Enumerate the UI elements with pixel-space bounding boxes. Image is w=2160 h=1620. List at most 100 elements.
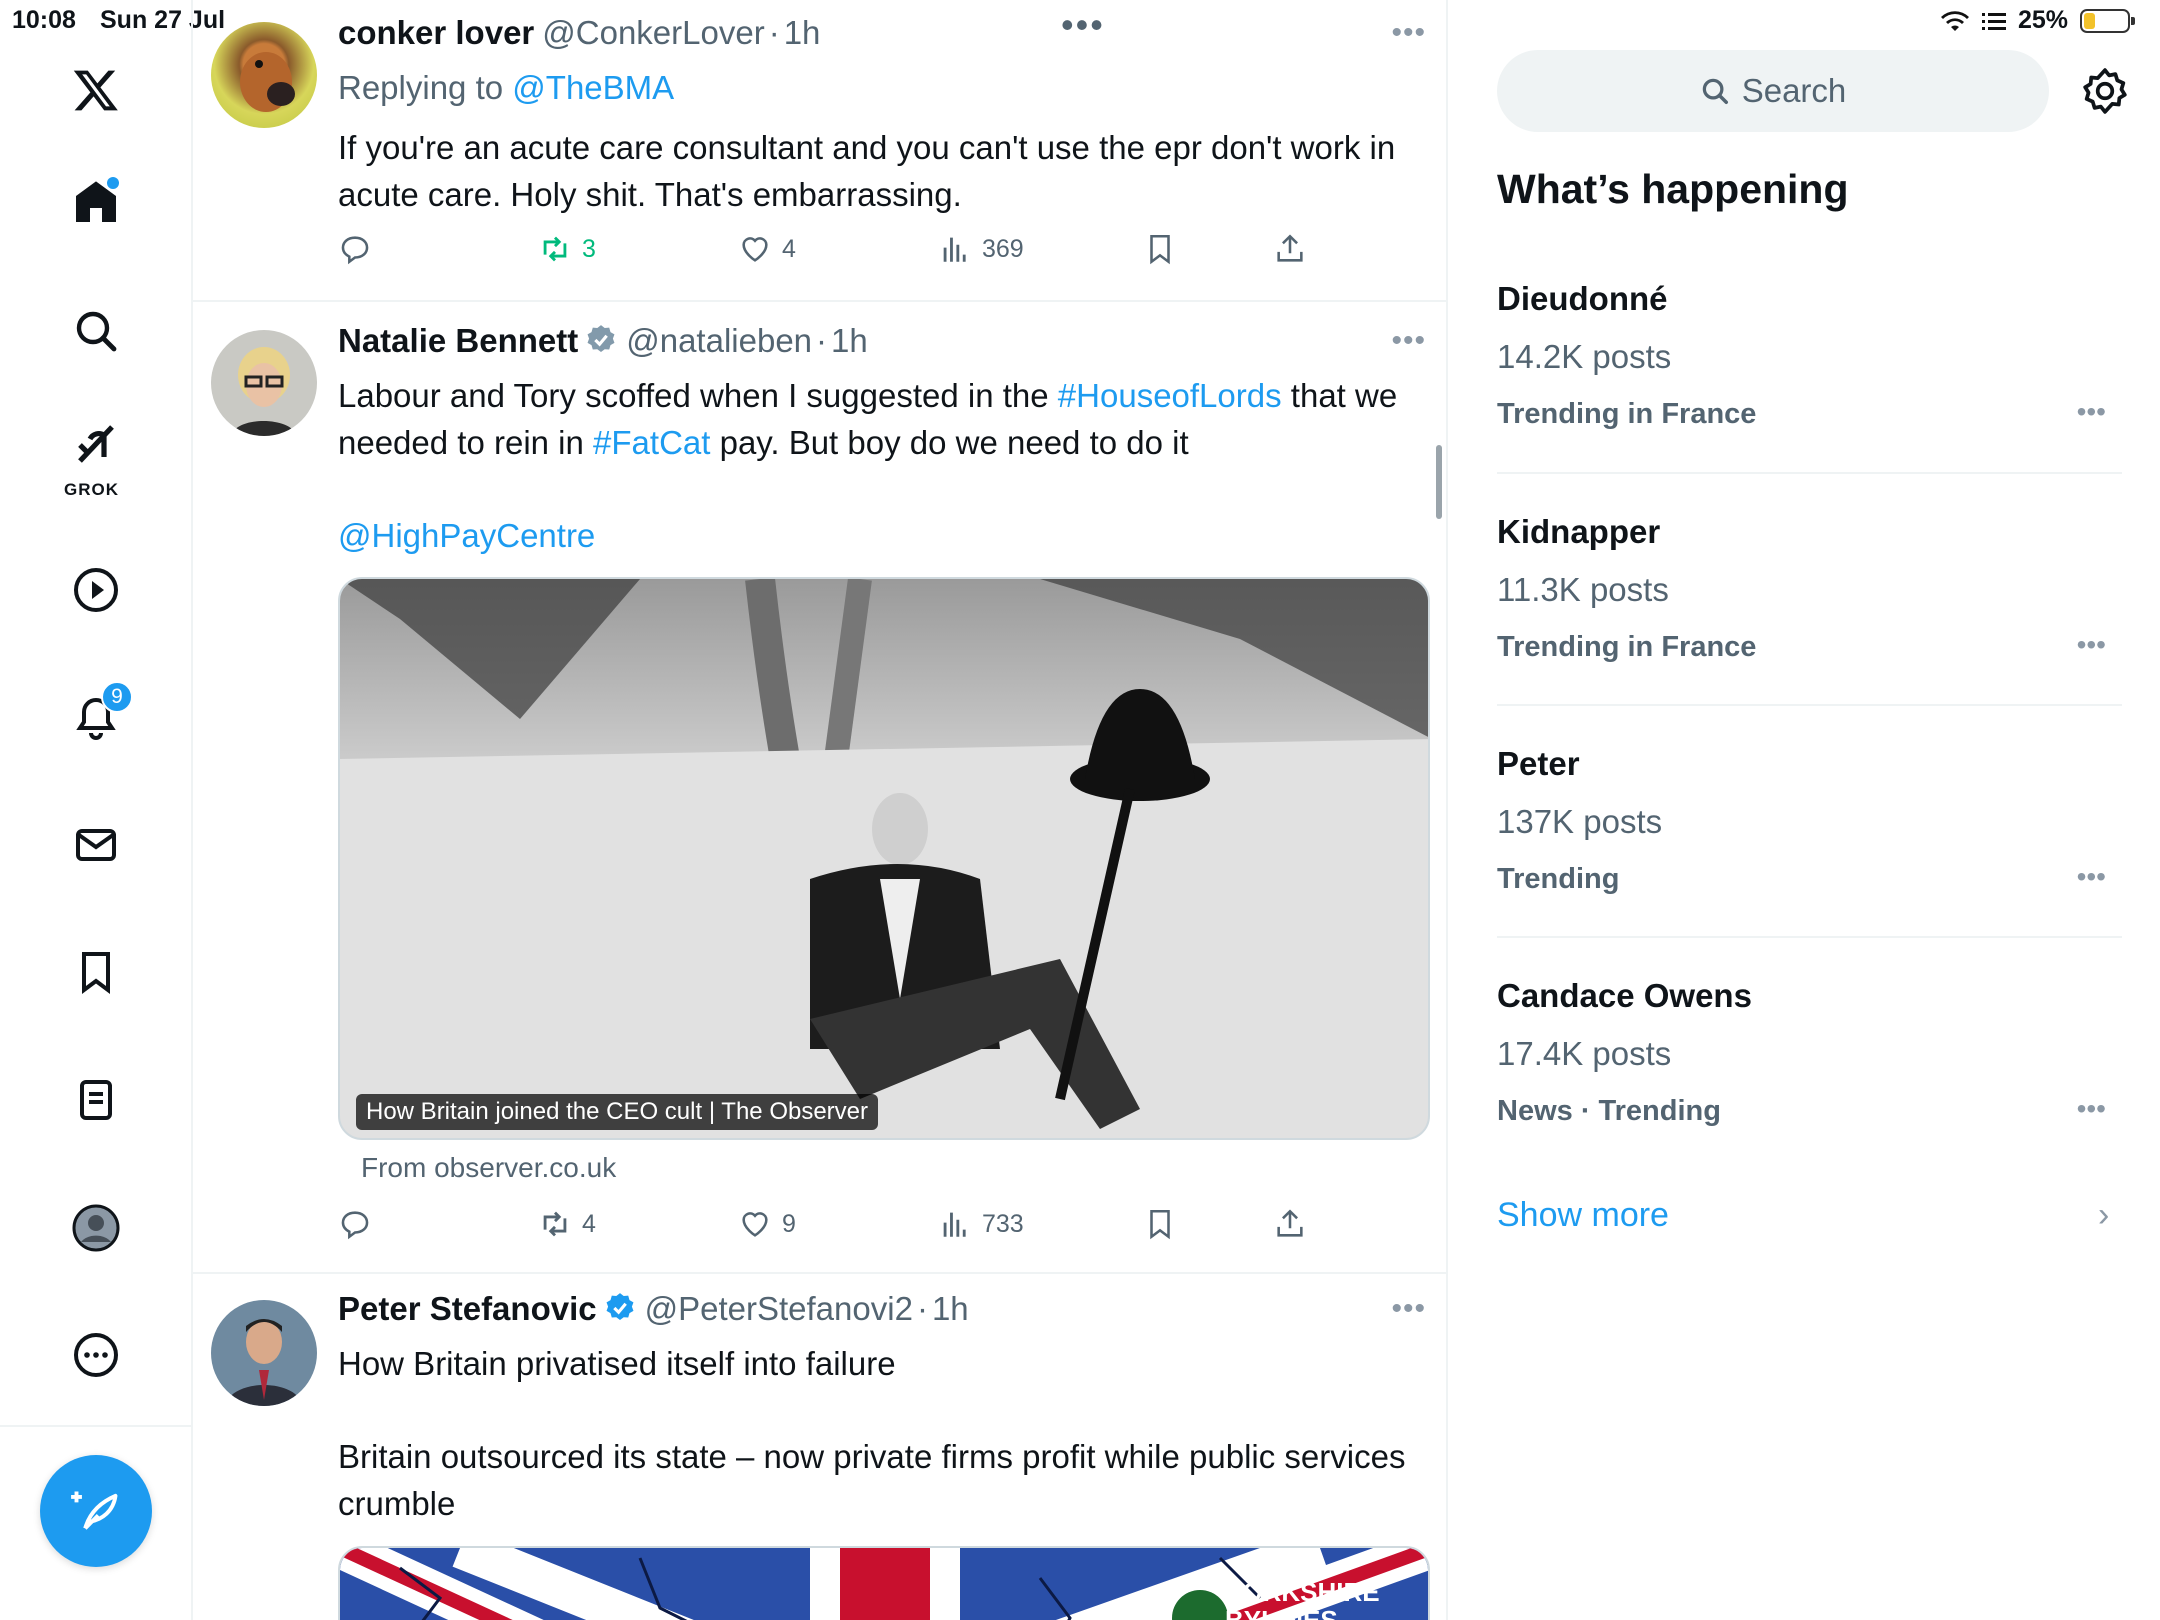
trend-divider [1497, 936, 2122, 938]
tweet-time[interactable]: 1h [932, 1290, 969, 1327]
timeline: ••• conker lover @ConkerLover · 1h ••• Repl… [193, 0, 1448, 1620]
trend-item[interactable]: Peter 137K posts Trending ••• [1497, 745, 2122, 925]
notifications-bell-icon[interactable]: 9 [51, 673, 141, 763]
trend-context: News · Trending [1497, 1095, 1721, 1127]
trend-more-icon[interactable]: ••• [2077, 629, 2106, 661]
bookmark-button[interactable] [1143, 1207, 1177, 1241]
share-button[interactable] [1273, 1207, 1307, 1241]
tweet-item[interactable]: Peter Stefanovic @PeterStefanovi2 · 1h ••• … [193, 1274, 1446, 1620]
beach-photo [340, 579, 1428, 1138]
tweet-text-line: Britain outsourced its state – now priva… [338, 1438, 1406, 1522]
search-field[interactable]: Search [1497, 50, 2049, 132]
reply-icon [341, 236, 369, 265]
battery-percent: 25% [2017, 6, 2068, 34]
tweet-text-part: pay. But boy do we need to do it [719, 424, 1189, 461]
avatar[interactable] [211, 1300, 317, 1406]
trend-name: Dieudonné [1497, 280, 1668, 317]
trend-context: Trending in France [1497, 398, 1757, 430]
trend-divider [1497, 704, 2122, 706]
mention-link[interactable]: @HighPayCentre [338, 512, 1408, 559]
messages-envelope-icon[interactable] [51, 800, 141, 890]
tweet-text-part: Labour and Tory scoffed when I suggested… [338, 377, 1049, 414]
video-play-icon[interactable] [51, 545, 141, 635]
tweet-time-separator: · [916, 1290, 928, 1327]
link-card-image[interactable]: How Britain joined the CEO cult | The Ob… [338, 577, 1430, 1140]
bookmarks-icon[interactable] [51, 927, 141, 1017]
home-unread-dot [107, 177, 119, 189]
tweet-more-icon[interactable]: ••• [1391, 324, 1426, 358]
notifications-badge: 9 [101, 681, 133, 713]
trend-item[interactable]: Kidnapper 11.3K posts Trending in France… [1497, 513, 2122, 693]
tweet-author-handle[interactable]: @ConkerLover [542, 14, 764, 51]
tweet-author-handle[interactable]: @PeterStefanovi2 [645, 1290, 913, 1327]
trend-post-count: 17.4K posts [1497, 1035, 1672, 1072]
settings-gear-icon[interactable] [2080, 66, 2130, 116]
bookmark-button[interactable] [1143, 232, 1177, 266]
views-button[interactable]: 369 [938, 232, 1024, 266]
replying-to-prefix: Replying to [338, 69, 504, 106]
retweet-button[interactable]: 4 [538, 1207, 596, 1241]
tweet-item[interactable]: conker lover @ConkerLover · 1h ••• Replying… [193, 0, 1446, 300]
tweet-author-name[interactable]: conker lover [338, 14, 534, 51]
share-icon [1277, 1209, 1303, 1237]
tweet-item[interactable]: Natalie Bennett @natalieben · 1h ••• Labour… [193, 302, 1446, 1272]
replying-to-mention[interactable]: @TheBMA [512, 69, 674, 106]
trend-item[interactable]: Dieudonné 14.2K posts Trending in France… [1497, 280, 2122, 460]
tweet-author-name[interactable]: Peter Stefanovic [338, 1290, 597, 1327]
share-button[interactable] [1273, 232, 1307, 266]
timeline-scrollbar[interactable] [1436, 445, 1442, 519]
heart-icon [742, 1212, 768, 1237]
trend-name: Candace Owens [1497, 977, 1752, 1014]
hashtag-link[interactable]: #FatCat [593, 424, 710, 461]
search-placeholder: Search [1741, 72, 1847, 109]
show-more-link[interactable]: Show more [1497, 1196, 1669, 1235]
trend-more-icon[interactable]: ••• [2077, 861, 2106, 893]
views-chart-icon [943, 1212, 966, 1237]
avatar[interactable] [211, 330, 317, 436]
battery-icon [2080, 8, 2135, 33]
tweet-image[interactable]: YORKSHIRE BYLINES [338, 1546, 1430, 1620]
tweet-time[interactable]: 1h [831, 322, 868, 359]
trend-item[interactable]: Candace Owens 17.4K posts News · Trendin… [1497, 977, 2122, 1157]
trend-more-icon[interactable]: ••• [2077, 1093, 2106, 1125]
link-card-caption: How Britain joined the CEO cult | The Ob… [356, 1094, 879, 1130]
reply-button[interactable] [338, 1207, 372, 1241]
views-button[interactable]: 733 [938, 1207, 1024, 1241]
tweet-more-icon[interactable]: ••• [1391, 1292, 1426, 1326]
profile-icon[interactable] [51, 1183, 141, 1273]
tweet-time[interactable]: 1h [784, 14, 821, 51]
tweet-author-name[interactable]: Natalie Bennett [338, 322, 578, 359]
views-count: 733 [982, 1209, 1024, 1238]
compose-feather-icon [71, 1491, 118, 1530]
x-logo-icon[interactable] [51, 45, 141, 135]
grok-icon[interactable] [51, 400, 141, 490]
retweet-icon [543, 1211, 567, 1237]
like-button[interactable]: 9 [738, 1207, 796, 1241]
compose-post-button[interactable] [40, 1455, 152, 1567]
lists-icon[interactable] [51, 1055, 141, 1145]
orientation-lock-icon [1981, 12, 2006, 30]
like-count: 9 [782, 1209, 796, 1238]
tweet-more-icon[interactable]: ••• [1391, 16, 1426, 50]
retweet-count: 4 [582, 1209, 596, 1238]
trend-more-icon[interactable]: ••• [2077, 396, 2106, 428]
reply-icon [341, 1211, 369, 1240]
grok-label: GROK [64, 480, 119, 499]
tweet-author-handle[interactable]: @natalieben [626, 322, 812, 359]
tweet-text: If you're an acute care consultant and y… [338, 129, 1396, 213]
hashtag-link[interactable]: #HouseofLords [1058, 377, 1282, 414]
tweet-text-line: How Britain privatised itself into failu… [338, 1345, 896, 1382]
avatar[interactable] [211, 22, 317, 128]
retweet-button[interactable]: 3 [538, 232, 596, 266]
reply-button[interactable] [338, 232, 372, 266]
tweet-header: conker lover @ConkerLover · 1h [338, 14, 820, 52]
link-card-source[interactable]: From observer.co.uk [361, 1152, 616, 1184]
search-icon[interactable] [51, 286, 141, 376]
like-button[interactable]: 4 [738, 232, 796, 266]
more-options-icon[interactable] [51, 1310, 141, 1400]
chevron-right-icon[interactable]: › [2098, 1196, 2109, 1235]
whats-happening-title: What’s happening [1497, 166, 1849, 212]
home-icon[interactable] [51, 157, 141, 247]
battery-level [2084, 12, 2095, 29]
heart-icon [742, 237, 768, 262]
